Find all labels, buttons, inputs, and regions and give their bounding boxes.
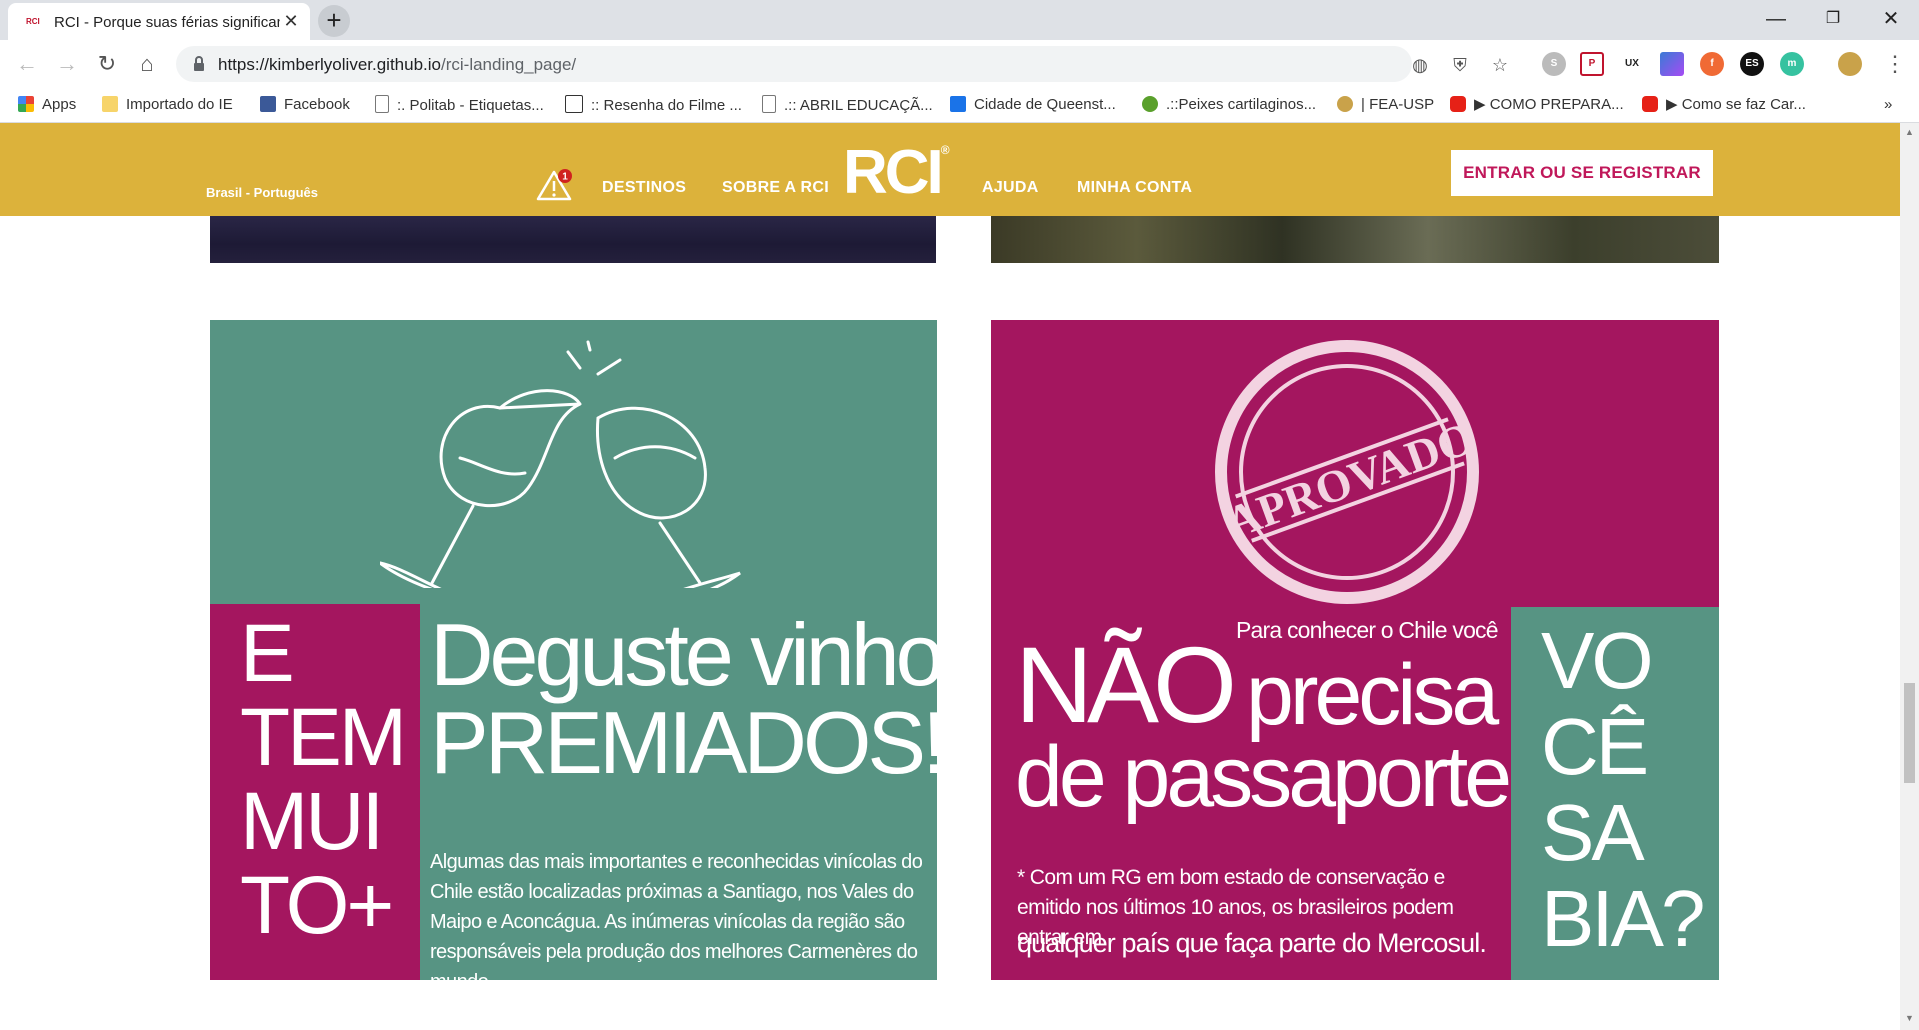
- side-word: SA: [1541, 788, 1645, 877]
- color-extension-icon[interactable]: [1660, 52, 1684, 76]
- dvd-icon: [565, 95, 583, 113]
- home-icon[interactable]: ⌂: [132, 49, 162, 79]
- nav-sobre-a-rci[interactable]: SOBRE A RCI: [722, 179, 829, 197]
- page-icon: [762, 95, 776, 113]
- rci-logo[interactable]: RCI®: [843, 137, 950, 208]
- skype-icon[interactable]: S: [1542, 52, 1566, 76]
- nav-destinos[interactable]: DESTINOS: [602, 179, 686, 197]
- shield-icon[interactable]: ⛨: [1450, 55, 1470, 75]
- passport-precisa: precisa: [1246, 647, 1499, 743]
- google-icon: [950, 96, 966, 112]
- m-extension-icon[interactable]: m: [1780, 52, 1804, 76]
- scroll-down-icon[interactable]: ▼: [1904, 1013, 1915, 1025]
- destination-photo: [210, 216, 936, 263]
- pocket-icon[interactable]: P: [1580, 52, 1604, 76]
- tab-close-icon[interactable]: ✕: [280, 10, 302, 32]
- side-word: VO: [1541, 616, 1654, 705]
- side-words: VO CÊ SA BIA?: [1541, 616, 1705, 963]
- forward-arrow-icon[interactable]: →: [52, 49, 82, 79]
- wine-paragraph: Algumas das mais importantes e reconheci…: [430, 851, 923, 980]
- bookmarks-bar: Apps Importado do IE Facebook :. Politab…: [0, 88, 1919, 123]
- page-viewport: E TEM MUI TO+ Deguste vinhos PREMIADOS! …: [0, 123, 1900, 1030]
- restore-icon[interactable]: ❐: [1810, 4, 1856, 34]
- bookmark-item[interactable]: | FEA-USP: [1337, 95, 1434, 115]
- url-text: https://kimberlyoliver.github.io/rci-lan…: [218, 55, 576, 75]
- lock-icon: [194, 56, 204, 71]
- nav-ajuda[interactable]: AJUDA: [982, 179, 1039, 197]
- bookmark-item[interactable]: Cidade de Queenst...: [950, 95, 1116, 115]
- tab-title: RCI - Porque suas férias significam: [54, 14, 280, 31]
- scrollbar-thumb[interactable]: [1904, 683, 1915, 783]
- wine-card: E TEM MUI TO+ Deguste vinhos PREMIADOS! …: [210, 320, 937, 980]
- youtube-icon: [1642, 96, 1658, 112]
- passport-nao: NÃO: [1015, 624, 1237, 745]
- browser-tab[interactable]: RCI RCI - Porque suas férias significam …: [8, 3, 310, 40]
- folder-icon: [102, 96, 118, 112]
- bookmarks-overflow-icon[interactable]: »: [1884, 95, 1892, 115]
- language-selector[interactable]: Brasil - Português: [206, 185, 318, 200]
- wine-headline-line1: Deguste vinhos: [430, 605, 937, 704]
- browser-toolbar: ← → ↻ ⌂ https://kimberlyoliver.github.io…: [0, 40, 1919, 88]
- bookmark-item[interactable]: :. Politab - Etiquetas...: [375, 95, 544, 115]
- bookmark-item[interactable]: ▶ COMO PREPARA...: [1450, 95, 1624, 115]
- youtube-icon: [1450, 96, 1466, 112]
- passport-card: APROVADO Para conhecer o Chile você NÃO …: [991, 320, 1719, 980]
- url-path: /rci-landing_page/: [441, 55, 577, 74]
- profile-avatar-icon[interactable]: [1838, 52, 1862, 76]
- page-scrollbar[interactable]: ▲ ▼: [1900, 123, 1919, 1030]
- menu-kebab-icon[interactable]: ⋮: [1880, 49, 1910, 79]
- window-close-icon[interactable]: ✕: [1868, 4, 1914, 34]
- destination-photo: [991, 216, 1719, 263]
- side-word: TEM: [240, 692, 407, 783]
- url-host: https://kimberlyoliver.github.io: [218, 55, 441, 74]
- bookmark-item[interactable]: .:: ABRIL EDUCAÇÃ...: [762, 95, 933, 115]
- bookmark-item[interactable]: Facebook: [260, 95, 350, 115]
- side-word: BIA?: [1541, 874, 1705, 963]
- passport-footnote-emphasis: qualquer país que faça parte do Mercosul…: [1017, 928, 1487, 958]
- firefox-sync-icon[interactable]: f: [1700, 52, 1724, 76]
- wine-glasses-icon: [380, 340, 741, 588]
- login-register-button[interactable]: ENTRAR OU SE REGISTRAR: [1451, 150, 1713, 196]
- approved-stamp-icon: APROVADO: [1215, 340, 1480, 604]
- scroll-up-icon[interactable]: ▲: [1904, 127, 1915, 139]
- bookmark-star-icon[interactable]: ☆: [1490, 55, 1510, 75]
- wine-headline-line2: PREMIADOS!: [430, 693, 937, 792]
- passport-intro: Para conhecer o Chile você: [1236, 617, 1499, 643]
- nav-minha-conta[interactable]: MINHA CONTA: [1077, 179, 1192, 197]
- side-word: MUI: [240, 776, 384, 867]
- side-word: TO+: [240, 860, 394, 951]
- site-header: Brasil - Português 1 DESTINOS SOBRE A RC…: [0, 123, 1900, 216]
- stamp-text: APROVADO: [1219, 412, 1480, 549]
- bookmark-item[interactable]: .::Peixes cartilaginos...: [1142, 95, 1316, 115]
- warning-alert-icon[interactable]: 1: [536, 168, 576, 202]
- address-bar[interactable]: https://kimberlyoliver.github.io/rci-lan…: [176, 46, 1508, 82]
- bookmark-item[interactable]: Apps: [18, 95, 76, 115]
- apps-grid-icon: [18, 96, 34, 112]
- page-icon: [375, 95, 389, 113]
- translate-icon[interactable]: ◍: [1410, 55, 1430, 75]
- es-extension-icon[interactable]: ES: [1740, 52, 1764, 76]
- alert-badge: 1: [562, 172, 568, 183]
- bookmark-item[interactable]: :: Resenha do Filme ...: [565, 95, 742, 115]
- minimize-icon[interactable]: —: [1753, 4, 1799, 34]
- fea-icon: [1337, 96, 1353, 112]
- reload-icon[interactable]: ↻: [92, 49, 122, 79]
- new-tab-button[interactable]: +: [318, 5, 350, 37]
- browser-tabstrip: RCI RCI - Porque suas férias significam …: [0, 0, 1919, 40]
- side-words: E TEM MUI TO+: [240, 608, 407, 951]
- side-word: CÊ: [1541, 702, 1649, 791]
- back-arrow-icon[interactable]: ←: [12, 49, 42, 79]
- bookmark-item[interactable]: ▶ Como se faz Car...: [1642, 95, 1806, 115]
- bookmark-item[interactable]: Importado do IE: [102, 95, 233, 115]
- facebook-icon: [260, 96, 276, 112]
- ux-extension-icon[interactable]: UX: [1620, 52, 1644, 76]
- fish-icon: [1142, 96, 1158, 112]
- passport-headline: de passaporte!: [1015, 729, 1532, 825]
- rci-favicon-icon: RCI: [26, 17, 40, 26]
- side-word: E: [240, 608, 295, 699]
